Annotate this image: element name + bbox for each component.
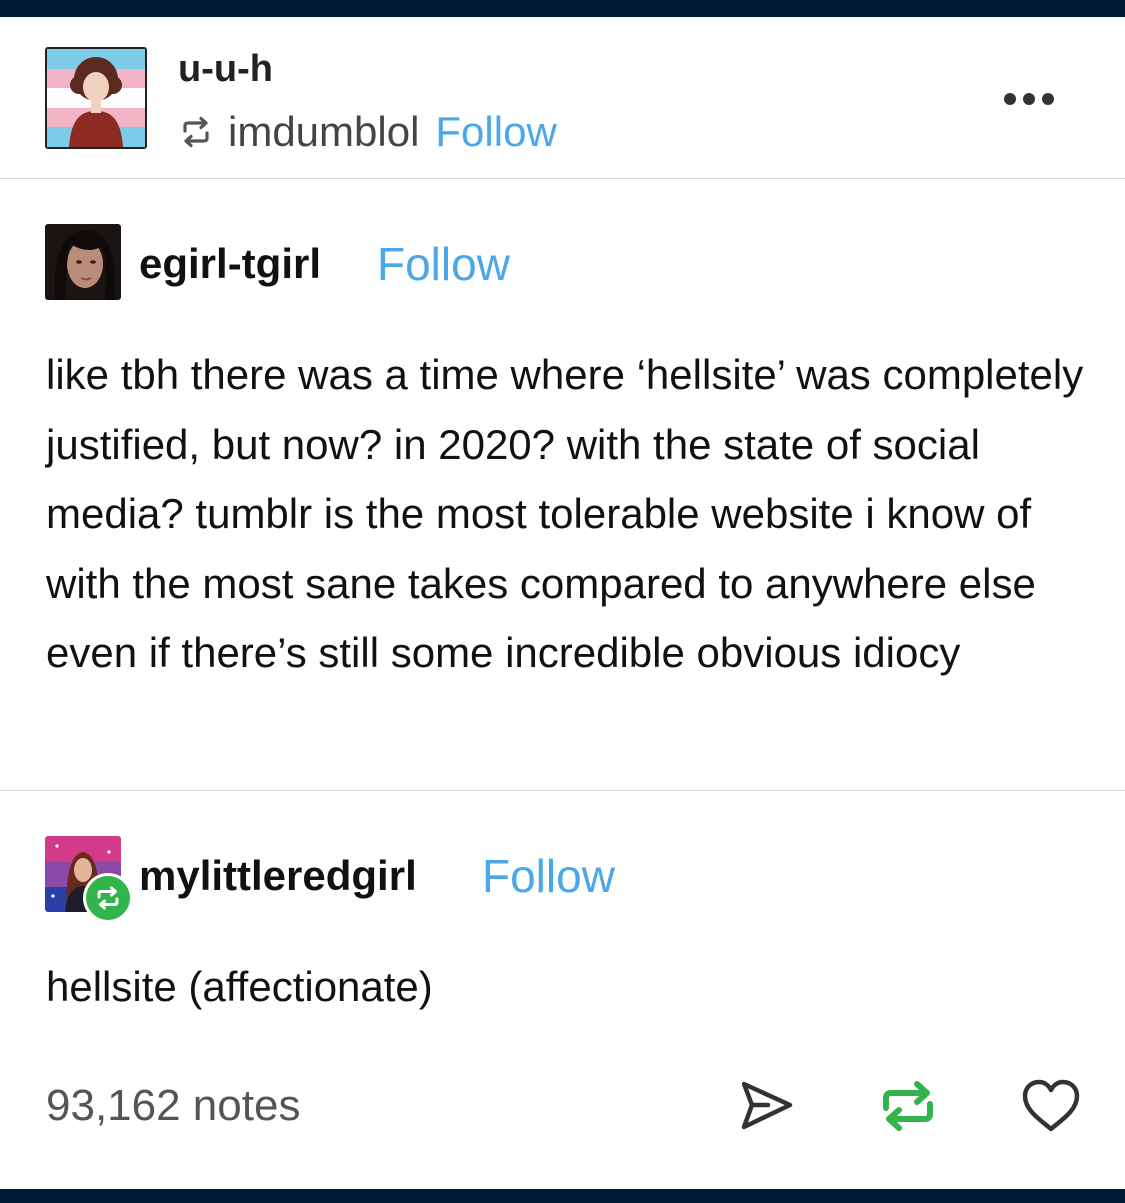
- reblog-icon: [183, 116, 209, 148]
- avatar-image: [47, 49, 145, 147]
- follow-button[interactable]: Follow: [377, 238, 510, 290]
- reblog-badge: [83, 873, 133, 923]
- reblog-source-name[interactable]: imdumblol: [228, 108, 419, 156]
- top-nav-bar: [0, 0, 1125, 17]
- more-dot-icon: [1023, 93, 1035, 105]
- reblog-icon: [97, 886, 119, 910]
- trail-username[interactable]: egirl-tgirl: [139, 238, 321, 290]
- follow-button[interactable]: Follow: [482, 850, 615, 902]
- header-divider: [0, 178, 1125, 179]
- notes-count[interactable]: 93,162 notes: [46, 1076, 300, 1136]
- more-dot-icon: [1004, 93, 1016, 105]
- trail-username[interactable]: mylittleredgirl: [139, 850, 417, 902]
- reblog-icon[interactable]: [878, 1078, 938, 1134]
- follow-button[interactable]: Follow: [435, 108, 556, 156]
- trail-post-body: hellsite (affectionate): [46, 963, 433, 1010]
- share-icon[interactable]: [738, 1078, 796, 1134]
- more-options-button[interactable]: [995, 86, 1063, 112]
- reblog-badge-circle: [86, 876, 130, 920]
- like-icon[interactable]: [1020, 1078, 1082, 1134]
- trail-avatar-egirl-tgirl[interactable]: [45, 224, 121, 300]
- trail-post-body: like tbh there was a time where ‘hellsit…: [46, 351, 1084, 676]
- trail-divider: [0, 790, 1125, 791]
- more-dot-icon: [1042, 93, 1054, 105]
- reblogger-blog-name[interactable]: u-u-h: [178, 46, 273, 92]
- reblog-attribution: imdumblol Follow: [178, 106, 557, 158]
- avatar-image: [45, 224, 121, 300]
- bottom-nav-bar: [0, 1189, 1125, 1203]
- reblogger-avatar[interactable]: [45, 47, 147, 149]
